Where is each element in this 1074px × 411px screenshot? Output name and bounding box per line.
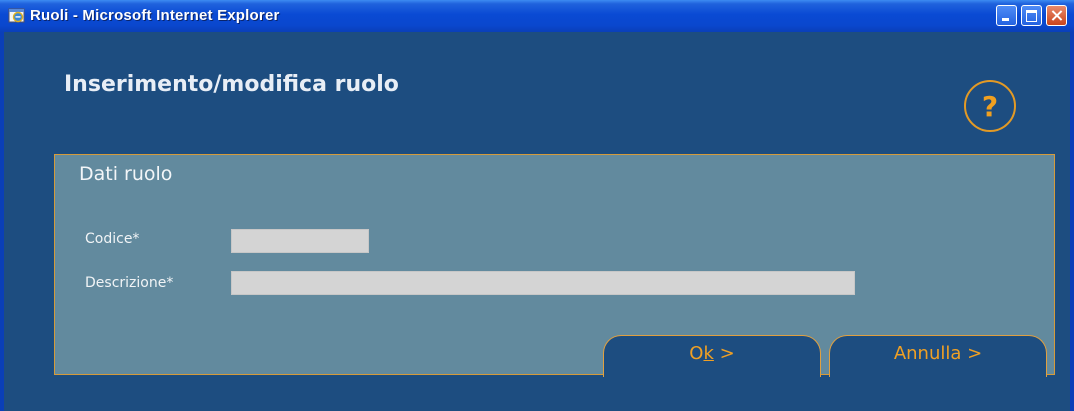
- minimize-button[interactable]: [996, 5, 1017, 26]
- descrizione-input[interactable]: [231, 271, 855, 295]
- role-data-panel: Dati ruolo Codice* Descrizione* Ok > Ann…: [54, 154, 1055, 377]
- descrizione-label: Descrizione*: [85, 275, 174, 291]
- ok-label-accesskey: k: [703, 343, 714, 364]
- codice-input[interactable]: [231, 229, 369, 253]
- question-mark-icon: ?: [981, 90, 999, 123]
- internet-explorer-icon: [8, 8, 25, 23]
- window-frame-left: [0, 32, 4, 411]
- help-button[interactable]: ?: [964, 80, 1016, 132]
- annulla-button[interactable]: Annulla >: [829, 335, 1047, 377]
- page-title: Inserimento/modifica ruolo: [64, 72, 399, 97]
- window-title: Ruoli - Microsoft Internet Explorer: [30, 7, 280, 24]
- ok-label-suffix: >: [713, 343, 735, 364]
- window-frame-right: [1070, 32, 1074, 411]
- title-bar[interactable]: Ruoli - Microsoft Internet Explorer: [0, 0, 1074, 32]
- close-button[interactable]: [1046, 5, 1067, 26]
- browser-window: Ruoli - Microsoft Internet Explorer Inse…: [0, 0, 1074, 411]
- panel-title: Dati ruolo: [79, 163, 173, 185]
- ok-button[interactable]: Ok >: [603, 335, 821, 377]
- maximize-button[interactable]: [1021, 5, 1042, 26]
- ok-label-prefix: O: [689, 343, 704, 364]
- codice-label: Codice*: [85, 231, 140, 247]
